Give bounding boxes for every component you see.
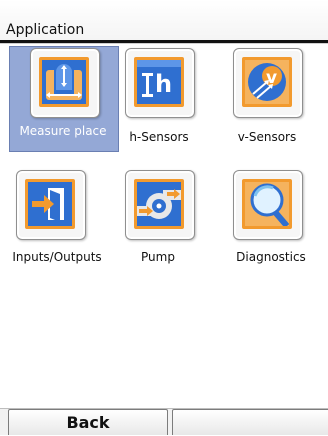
tile-label: Diagnostics <box>236 250 306 264</box>
application-screen: Application Measure place h h-Sensors v … <box>0 0 328 435</box>
h-sensor-icon: h <box>134 57 184 107</box>
tile-v-sensors[interactable]: v v-Sensors <box>229 46 328 156</box>
pump-icon-frame <box>125 170 195 240</box>
tile-diagnostics[interactable]: Diagnostics <box>229 168 328 278</box>
header: Application <box>0 0 328 44</box>
tile-label: v-Sensors <box>237 130 297 144</box>
inputs-outputs-icon-frame <box>16 170 86 240</box>
diagnostics-icon <box>242 179 292 229</box>
svg-text:h: h <box>155 70 172 98</box>
diagnostics-icon-frame <box>233 170 303 240</box>
pump-icon <box>134 179 184 229</box>
v-sensors-icon-frame: v <box>233 48 303 118</box>
v-sensor-icon: v <box>242 57 292 107</box>
measure-place-icon <box>39 57 89 107</box>
softkey-bar: Back <box>0 408 328 435</box>
tile-label: h-Sensors <box>129 130 189 144</box>
h-sensors-icon-frame: h <box>125 48 195 118</box>
softkey-right[interactable] <box>172 409 328 435</box>
inputs-outputs-icon <box>25 179 75 229</box>
header-divider <box>0 40 328 44</box>
page-title: Application <box>6 22 85 38</box>
back-button[interactable]: Back <box>8 409 168 435</box>
measure-place-icon-frame <box>30 48 100 118</box>
tile-label: Pump <box>141 250 175 264</box>
